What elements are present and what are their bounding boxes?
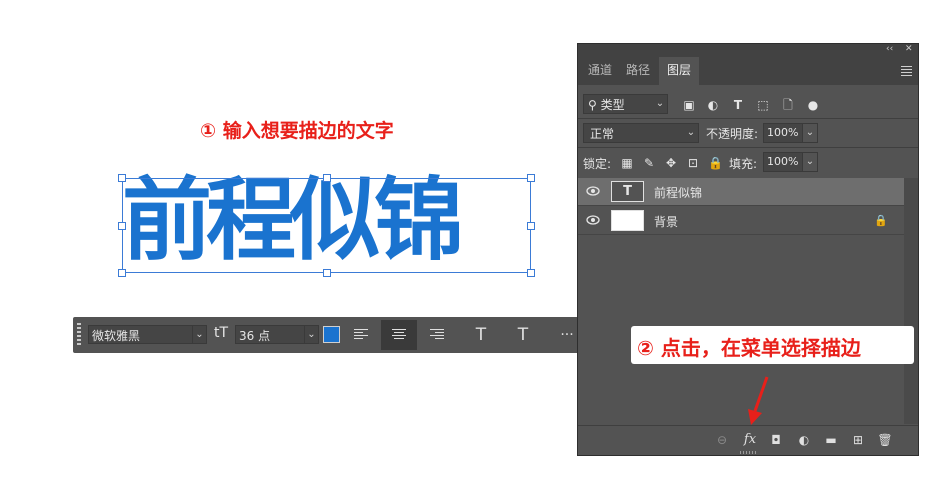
close-icon[interactable]: ✕ (905, 44, 913, 54)
font-size-select[interactable]: 36 点 ⌄ (235, 325, 319, 344)
scrollbar[interactable] (904, 178, 918, 424)
font-size-icon: tT (214, 325, 229, 341)
font-family-value: 微软雅黑 (92, 329, 141, 343)
transform-handle-tl[interactable] (118, 174, 126, 182)
layer-filter-select[interactable]: ⚲ 类型 ⌄ (583, 94, 668, 114)
panel-tabs: 通道 路径 图层 (578, 57, 918, 85)
align-center-button[interactable] (381, 320, 417, 350)
character-panel-icon: T (517, 325, 529, 345)
text-bounding-box[interactable] (118, 174, 535, 277)
collapse-icon[interactable]: ‹‹ (886, 44, 893, 54)
font-size-value: 36 点 (239, 329, 271, 343)
background-layer-thumbnail[interactable] (611, 210, 644, 231)
adjustment-layer-icon[interactable]: ◐ (796, 432, 812, 448)
eye-icon[interactable] (586, 186, 600, 196)
lock-all-icon[interactable]: 🔒 (708, 156, 723, 170)
filter-pixel-icon[interactable]: ▣ (682, 98, 696, 112)
delete-layer-icon[interactable]: 🗑 (877, 432, 893, 448)
lock-artboard-icon[interactable]: ⊡ (686, 156, 700, 170)
tab-channels[interactable]: 通道 (581, 57, 619, 85)
filter-adjustment-icon[interactable]: ◐ (706, 98, 720, 112)
font-family-select[interactable]: 微软雅黑 ⌄ (88, 325, 207, 344)
warp-text-button[interactable]: T (463, 320, 499, 350)
filter-toggle-icon[interactable]: ● (806, 98, 820, 112)
warp-text-icon: T (475, 325, 487, 345)
new-group-icon[interactable]: ▬ (823, 432, 839, 448)
drag-grip-icon[interactable] (77, 323, 81, 347)
filter-row: ⚲ 类型 ⌄ ▣ ◐ T ⬚ 🗋 ● (578, 90, 918, 118)
lock-brush-icon[interactable]: ✎ (642, 156, 656, 170)
tab-layers[interactable]: 图层 (659, 57, 699, 85)
align-right-icon (430, 329, 444, 341)
layer-name[interactable]: 背景 (654, 213, 678, 230)
layers-list: T 前程似锦 背景 🔒 (578, 178, 904, 424)
opacity-input[interactable]: 100% (763, 123, 803, 143)
transform-handle-tr[interactable] (527, 174, 535, 182)
lock-position-icon[interactable]: ✥ (664, 156, 678, 170)
transform-handle-bl[interactable] (118, 269, 126, 277)
filter-shape-icon[interactable]: ⬚ (756, 98, 770, 112)
more-icon: ··· (560, 327, 574, 343)
fill-label: 填充: (729, 157, 758, 171)
text-options-bar: 微软雅黑 ⌄ tT 36 点 ⌄ T T ··· (73, 317, 587, 353)
eye-icon[interactable] (586, 215, 600, 225)
align-center-icon (392, 329, 406, 341)
align-left-icon (354, 329, 368, 341)
divider (578, 118, 918, 119)
chevron-down-icon[interactable]: ⌄ (192, 326, 206, 343)
align-right-button[interactable] (419, 320, 455, 350)
opacity-dropdown[interactable]: ⌄ (802, 123, 818, 143)
new-layer-icon[interactable]: ⊞ (850, 432, 866, 448)
step2-annotation: ② 点击，在菜单选择描边 (631, 326, 914, 364)
step1-annotation: ① 输入想要描边的文字 (200, 120, 394, 142)
red-arrow-icon (748, 376, 769, 425)
blend-mode-value: 正常 (590, 127, 615, 141)
character-panel-button[interactable]: T (505, 320, 541, 350)
tab-paths[interactable]: 路径 (619, 57, 657, 85)
align-left-button[interactable] (343, 320, 379, 350)
chevron-down-icon[interactable]: ⌄ (684, 124, 698, 142)
transform-handle-br[interactable] (527, 269, 535, 277)
transform-handle-mr[interactable] (527, 222, 535, 230)
lock-row: 锁定: ▦ ✎ ✥ ⊡ 🔒 填充: 100% ⌄ (578, 148, 918, 176)
text-color-swatch[interactable] (323, 326, 340, 343)
layer-row-background[interactable]: 背景 🔒 (578, 207, 904, 235)
layer-name[interactable]: 前程似锦 (654, 184, 702, 201)
add-mask-icon[interactable]: ◘ (768, 432, 784, 448)
lock-icon: 🔒 (874, 214, 888, 227)
blend-mode-select[interactable]: 正常 ⌄ (583, 123, 699, 143)
search-icon: ⚲ (588, 98, 597, 112)
transform-handle-bc[interactable] (323, 269, 331, 277)
filter-type-icon[interactable]: T (731, 98, 745, 112)
fill-input[interactable]: 100% (763, 152, 803, 172)
opacity-label: 不透明度: (706, 127, 759, 141)
link-layers-icon[interactable]: ⊖ (714, 432, 730, 448)
transform-handle-tc[interactable] (323, 174, 331, 182)
panel-menu-icon[interactable] (901, 66, 912, 78)
panel-titlebar: ‹‹ ✕ (578, 44, 918, 57)
workspace: ① 输入想要描边的文字 前程似锦 微软雅黑 ⌄ tT 36 点 ⌄ T T ··… (0, 0, 932, 501)
resize-grip-icon[interactable] (740, 451, 756, 454)
layers-bottom-toolbar: ⊖ fx ◘ ◐ ▬ ⊞ 🗑 (578, 425, 918, 453)
fx-button[interactable]: fx (742, 432, 758, 448)
chevron-down-icon[interactable]: ⌄ (653, 95, 667, 113)
blend-row: 正常 ⌄ 不透明度: 100% ⌄ (578, 120, 918, 148)
filter-type-label: 类型 (600, 98, 625, 112)
text-layer-thumbnail[interactable]: T (611, 181, 644, 202)
fill-dropdown[interactable]: ⌄ (802, 152, 818, 172)
layer-row-text[interactable]: T 前程似锦 (578, 178, 904, 206)
filter-smart-object-icon[interactable]: 🗋 (781, 98, 795, 112)
transform-handle-ml[interactable] (118, 222, 126, 230)
lock-label: 锁定: (583, 157, 612, 171)
chevron-down-icon[interactable]: ⌄ (304, 326, 318, 343)
lock-transparent-icon[interactable]: ▦ (620, 156, 634, 170)
